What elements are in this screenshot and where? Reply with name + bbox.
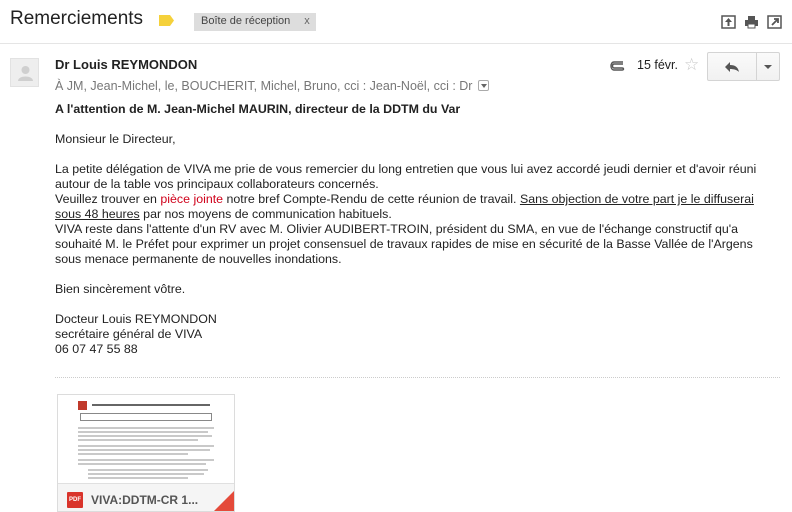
more-actions-button[interactable]: [757, 53, 779, 80]
remove-label-button[interactable]: x: [304, 15, 310, 31]
attachment-corner-fold: [212, 489, 234, 511]
attachment-footer: PDF VIVA:DDTM-CR 1...: [58, 483, 234, 511]
p2-text-3: par nos moyens de communication habituel…: [139, 207, 392, 221]
attachment-filename[interactable]: VIVA:DDTM-CR 1...: [91, 493, 198, 507]
attachments-divider: [55, 377, 780, 378]
message-body: A l'attention de M. Jean-Michel MAURIN, …: [55, 102, 780, 357]
reply-arrow-icon: [725, 61, 739, 72]
p2-text-1: Veuillez trouver en: [55, 192, 161, 206]
subject-bar: Remerciements Boîte de réception x: [0, 0, 792, 44]
recipients-text: À JM, Jean-Michel, le, BOUCHERIT, Michel…: [55, 79, 473, 93]
attachment-clip-icon: [610, 61, 625, 71]
show-details-dropdown-icon[interactable]: [477, 80, 489, 91]
avatar-icon: [18, 66, 33, 81]
email-subject: Remerciements: [10, 8, 144, 29]
p2-text-2: notre bref Compte-Rendu de cette réunion…: [223, 192, 520, 206]
label-tag-icon[interactable]: [159, 15, 174, 26]
body-salutation: Monsieur le Directeur,: [55, 132, 176, 146]
signature-title: secrétaire général de VIVA: [55, 327, 203, 341]
body-paragraph-3: VIVA reste dans l'attente d'un RV avec M…: [55, 222, 753, 266]
attachment-mention: pièce jointe: [160, 192, 224, 206]
attachment-card[interactable]: PDF VIVA:DDTM-CR 1...: [57, 394, 235, 512]
body-paragraph-1: La petite délégation de VIVA me prie de …: [55, 162, 757, 191]
header-divider: [0, 43, 792, 44]
print-icon[interactable]: [744, 15, 759, 29]
signature-name: Docteur Louis REYMONDON: [55, 312, 217, 326]
reply-button-group: [707, 52, 780, 81]
pdf-icon: PDF: [67, 492, 83, 508]
inbox-label-text: Boîte de réception: [201, 15, 291, 27]
top-actions: [721, 15, 782, 29]
body-closing: Bien sincèrement vôtre.: [55, 282, 186, 296]
chevron-down-icon: [764, 64, 772, 69]
body-heading: A l'attention de M. Jean-Michel MAURIN, …: [55, 102, 461, 116]
body-paragraph-2: Veuillez trouver en pièce jointe notre b…: [55, 192, 780, 222]
document-header-box: [80, 413, 212, 421]
expand-all-icon[interactable]: [721, 15, 736, 29]
sender-avatar[interactable]: [10, 58, 39, 87]
document-logo: [78, 401, 87, 410]
signature-phone: 06 07 47 55 88: [55, 342, 138, 356]
recipients-line: À JM, Jean-Michel, le, BOUCHERIT, Michel…: [55, 79, 489, 93]
new-window-icon[interactable]: [767, 15, 782, 29]
inbox-label-chip[interactable]: Boîte de réception x: [194, 13, 316, 31]
reply-button[interactable]: [708, 53, 757, 80]
star-icon[interactable]: ☆: [684, 56, 699, 73]
sender-name[interactable]: Dr Louis REYMONDON: [55, 57, 197, 72]
message-date: 15 févr.: [637, 58, 678, 72]
